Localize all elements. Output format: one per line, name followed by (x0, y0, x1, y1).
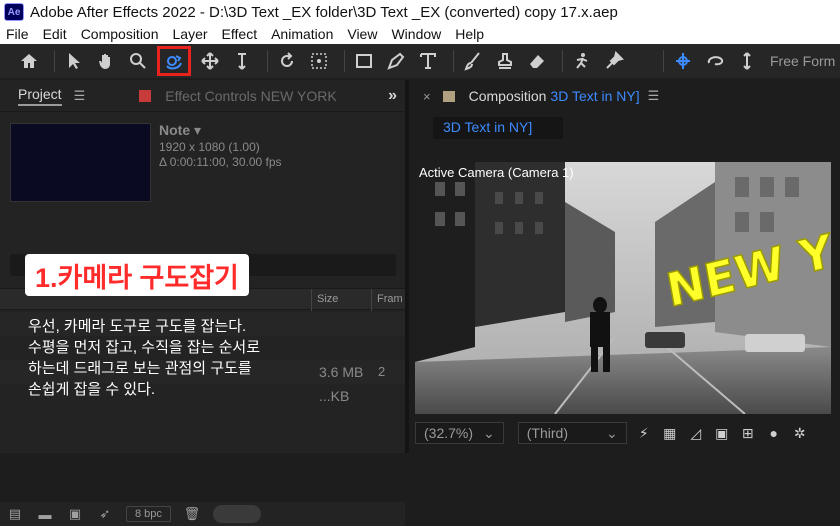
free-form-label[interactable]: Free Form (770, 53, 835, 69)
column-size[interactable]: Size (317, 293, 338, 305)
brush-icon[interactable] (460, 48, 486, 74)
composition-swatch (442, 90, 455, 102)
scene-image: NEW YORK (415, 162, 831, 414)
panel-menu-icon[interactable]: ☰ (74, 88, 86, 104)
rectangle-icon[interactable] (351, 48, 377, 74)
menu-help[interactable]: Help (455, 26, 484, 42)
panel-menu-icon[interactable]: ☰ (648, 88, 660, 104)
rotate-icon[interactable] (274, 48, 300, 74)
menu-bar: File Edit Composition Layer Effect Anima… (0, 24, 840, 44)
column-divider[interactable] (371, 289, 372, 311)
tutorial-line: 손쉽게 잡을 수 있다. (28, 381, 156, 398)
toolbar-divider (562, 50, 563, 72)
dolly-icon[interactable] (734, 48, 760, 74)
puppet-pin-icon[interactable] (601, 48, 627, 74)
new-folder-icon[interactable]: ▬ (36, 507, 54, 522)
exposure-icon[interactable]: ✲ (791, 424, 809, 442)
viewer-footer: (32.7%) ⌄ (Third) ⌄ ⚡ ▦ ◿ ▣ ⊞ ● ✲ (409, 420, 840, 446)
pen-icon[interactable] (383, 48, 409, 74)
column-frame-rate[interactable]: Fram (377, 293, 403, 305)
tutorial-line: 하는데 드래그로 보는 관점의 구도를 (28, 360, 252, 377)
resolution-value: (Third) (526, 425, 568, 441)
menu-animation[interactable]: Animation (271, 26, 333, 42)
item-dimensions: 1920 x 1080 (1.00) (159, 140, 260, 154)
composition-viewer[interactable]: NEW YORK Active Camera (Camera 1) (415, 162, 831, 414)
menu-window[interactable]: Window (391, 26, 441, 42)
guides-icon[interactable]: ⊞ (739, 424, 757, 442)
row-size: ...KB (319, 388, 350, 404)
panel-overflow-icon[interactable]: » (388, 87, 397, 105)
toolbar-divider (54, 50, 55, 72)
item-name[interactable]: Note ▾ (159, 122, 201, 139)
chevron-down-icon: ⌄ (483, 424, 495, 441)
close-icon[interactable]: × (423, 89, 431, 104)
column-divider[interactable] (311, 289, 312, 311)
composition-breadcrumb[interactable]: 3D Text in NY] (433, 117, 563, 139)
thumbnail-slider[interactable] (212, 505, 261, 523)
zoom-dropdown[interactable]: (32.7%) ⌄ (415, 422, 504, 444)
composition-panel: × Composition 3D Text in NY] ☰ 3D Text i… (409, 80, 840, 453)
toolbar-divider (453, 50, 454, 72)
hand-icon[interactable] (93, 48, 119, 74)
orbit-camera-icon[interactable] (157, 46, 191, 76)
tutorial-description: 우선, 카메라 도구로 구도를 잡는다. 수평을 먼저 잡고, 수직을 잡는 순… (28, 316, 313, 400)
selection-icon[interactable] (61, 48, 87, 74)
project-thumbnail (10, 123, 151, 202)
zoom-icon[interactable] (125, 48, 151, 74)
chevron-down-icon: ⌄ (606, 424, 618, 441)
title-bar: Ae Adobe After Effects 2022 - D:\3D Text… (0, 0, 840, 24)
menu-view[interactable]: View (347, 26, 377, 42)
composition-name[interactable]: 3D Text in NY] (550, 88, 639, 104)
zoom-value: (32.7%) (424, 425, 474, 441)
fast-previews-icon[interactable]: ⚡ (635, 424, 653, 442)
toolbar-divider (267, 50, 268, 72)
roto-brush-icon[interactable] (569, 48, 595, 74)
toolbar-divider (663, 50, 664, 72)
window-title: Adobe After Effects 2022 - D:\3D Text _E… (30, 3, 618, 21)
menu-file[interactable]: File (6, 26, 29, 42)
tutorial-line: 수평을 먼저 잡고, 수직을 잡는 순서로 (28, 339, 261, 356)
track-z-camera-icon[interactable] (229, 48, 255, 74)
composition-panel-tabs: × Composition 3D Text in NY] ☰ (409, 80, 840, 112)
clone-stamp-icon[interactable] (492, 48, 518, 74)
orbit-mode-icon[interactable] (702, 48, 728, 74)
bit-depth-button[interactable]: 8 bpc (126, 506, 171, 522)
menu-layer[interactable]: Layer (173, 26, 208, 42)
after-effects-logo: Ae (4, 3, 24, 21)
tutorial-line: 우선, 카메라 도구로 구도를 잡는다. (28, 318, 247, 335)
project-footer: ▤ ▬ ▣ ➶ 8 bpc 🗑 (0, 502, 405, 526)
row-frame: 2 (378, 364, 386, 379)
project-panel-tabs: Project ☰ Effect Controls NEW YORK » (0, 80, 405, 112)
tools-toolbar: Free Form (0, 44, 840, 78)
item-duration: Δ 0:00:11:00, 30.00 fps (159, 155, 282, 169)
mask-visibility-icon[interactable]: ◿ (687, 424, 705, 442)
interpret-footage-icon[interactable]: ▤ (6, 506, 24, 521)
region-of-interest-icon[interactable]: ▣ (713, 424, 731, 442)
menu-effect[interactable]: Effect (222, 26, 258, 42)
local-axis-icon[interactable] (670, 48, 696, 74)
menu-edit[interactable]: Edit (43, 26, 67, 42)
active-camera-label: Active Camera (Camera 1) (419, 165, 574, 180)
feather-icon[interactable]: ➶ (96, 506, 114, 521)
transparency-grid-icon[interactable]: ▦ (661, 424, 679, 442)
track-xy-camera-icon[interactable] (197, 48, 223, 74)
new-composition-icon[interactable]: ▣ (66, 506, 84, 521)
row-size: 3.6 MB (319, 364, 364, 380)
home-icon[interactable] (16, 48, 42, 74)
tab-effect-controls[interactable]: Effect Controls NEW YORK (165, 88, 336, 104)
toolbar-divider (344, 50, 345, 72)
trash-icon[interactable]: 🗑 (183, 506, 201, 521)
type-icon[interactable] (415, 48, 441, 74)
color-channel-icon[interactable]: ● (765, 424, 783, 442)
resolution-dropdown[interactable]: (Third) ⌄ (517, 422, 627, 444)
anchor-icon[interactable] (306, 48, 332, 74)
menu-composition[interactable]: Composition (81, 26, 159, 42)
tab-project[interactable]: Project (18, 86, 62, 106)
tab-composition[interactable]: Composition (469, 88, 547, 104)
tutorial-title: 1.카메라 구도잡기 (25, 254, 249, 296)
effect-controls-swatch (139, 89, 152, 102)
eraser-icon[interactable] (524, 48, 550, 74)
